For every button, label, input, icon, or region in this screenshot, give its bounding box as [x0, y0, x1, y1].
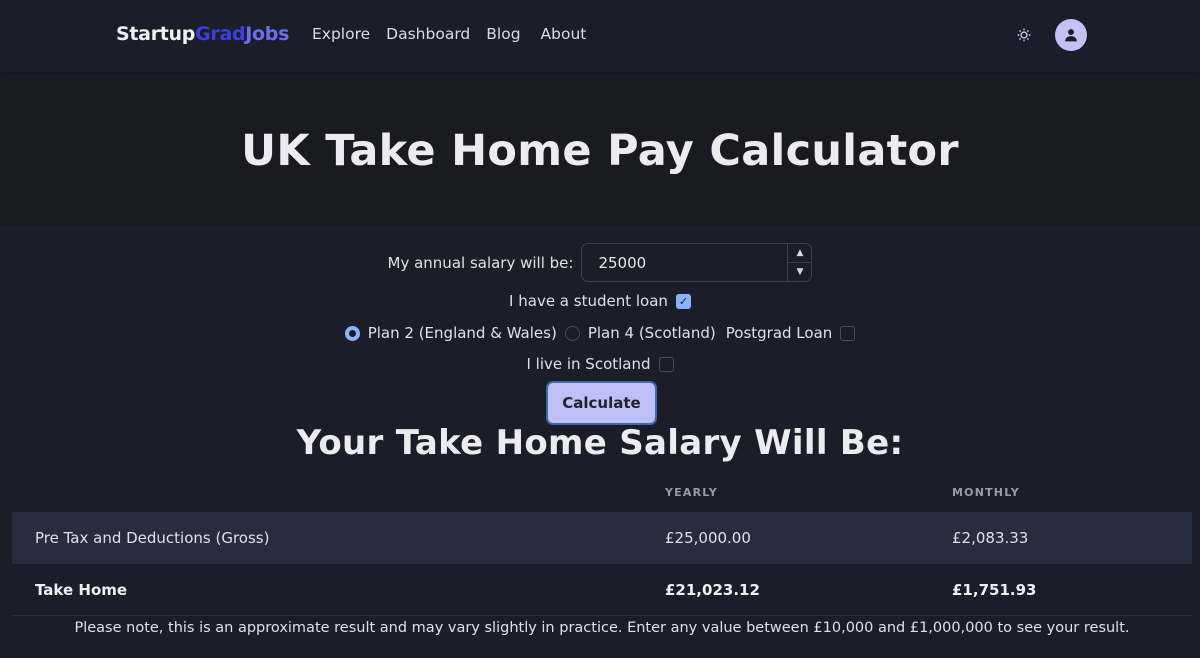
- scotland-checkbox[interactable]: [658, 356, 674, 372]
- salary-label: My annual salary will be:: [387, 253, 574, 272]
- table-row-gross: Pre Tax and Deductions (Gross) £25,000.0…: [12, 512, 1192, 564]
- row-yearly-value: £25,000.00: [665, 529, 751, 547]
- row-monthly-value: £2,083.33: [952, 529, 1029, 547]
- navbar: StartupGradJobs Explore Dashboard Blog A…: [0, 0, 1200, 72]
- disclaimer-note: Please note, this is an approximate resu…: [74, 620, 1130, 636]
- nav-links: Explore Dashboard Blog About: [312, 25, 602, 43]
- scotland-row: I live in Scotland: [0, 353, 1200, 375]
- brand-logo[interactable]: StartupGradJobs: [116, 23, 289, 45]
- salary-input[interactable]: [582, 244, 783, 281]
- plan-2-label[interactable]: Plan 2 (England & Wales): [368, 324, 557, 342]
- table-row-take-home: Take Home £21,023.12 £1,751.93: [12, 564, 1192, 616]
- brand-part-grad: Grad: [195, 23, 246, 45]
- row-label: Pre Tax and Deductions (Gross): [35, 529, 270, 547]
- table-header: YEARLY MONTHLY: [12, 472, 1192, 512]
- student-loan-label: I have a student loan: [509, 292, 668, 310]
- salary-row: My annual salary will be: ▲ ▼: [0, 243, 1200, 282]
- nav-link-explore[interactable]: Explore: [312, 25, 370, 43]
- postgrad-loan-checkbox[interactable]: [840, 325, 856, 341]
- nav-link-dashboard[interactable]: Dashboard: [386, 25, 470, 43]
- plan-4-label[interactable]: Plan 4 (Scotland): [588, 324, 716, 342]
- theme-toggle-button[interactable]: [1014, 25, 1034, 45]
- sun-icon: [1017, 28, 1031, 42]
- increment-button[interactable]: ▲: [788, 244, 812, 263]
- results-table: YEARLY MONTHLY Pre Tax and Deductions (G…: [12, 472, 1192, 616]
- decrement-button[interactable]: ▼: [788, 263, 811, 281]
- column-header-monthly: MONTHLY: [952, 486, 1020, 499]
- page-title: UK Take Home Pay Calculator: [241, 126, 959, 176]
- brand-part-jobs: Jobs: [245, 23, 290, 45]
- postgrad-loan-label: Postgrad Loan: [725, 324, 833, 342]
- caret-down-icon: ▼: [796, 267, 804, 277]
- caret-up-icon: ▲: [796, 248, 804, 258]
- student-loan-row: I have a student loan ✓: [0, 290, 1200, 312]
- check-icon: ✓: [678, 294, 689, 308]
- salary-spinner: ▲ ▼: [787, 244, 812, 281]
- student-loan-checkbox[interactable]: ✓: [675, 293, 691, 309]
- hero-banner: UK Take Home Pay Calculator: [0, 74, 1200, 226]
- plan-4-radio[interactable]: [564, 325, 580, 341]
- results-title: Your Take Home Salary Will Be:: [296, 423, 904, 463]
- plan-2-radio[interactable]: [344, 325, 360, 341]
- calculate-button[interactable]: Calculate: [546, 381, 657, 425]
- nav-link-about[interactable]: About: [541, 25, 587, 43]
- brand-part-startup: Startup: [116, 23, 196, 45]
- plan-row: Plan 2 (England & Wales) Plan 4 (Scotlan…: [0, 322, 1200, 344]
- row-monthly-value: £1,751.93: [952, 581, 1037, 599]
- row-label: Take Home: [35, 581, 128, 599]
- scotland-label: I live in Scotland: [526, 355, 651, 373]
- salary-input-wrapper: ▲ ▼: [581, 243, 813, 282]
- user-icon: [1065, 29, 1077, 42]
- column-header-yearly: YEARLY: [665, 486, 718, 499]
- row-yearly-value: £21,023.12: [665, 581, 760, 599]
- nav-link-blog[interactable]: Blog: [486, 25, 520, 43]
- avatar-button[interactable]: [1055, 19, 1087, 51]
